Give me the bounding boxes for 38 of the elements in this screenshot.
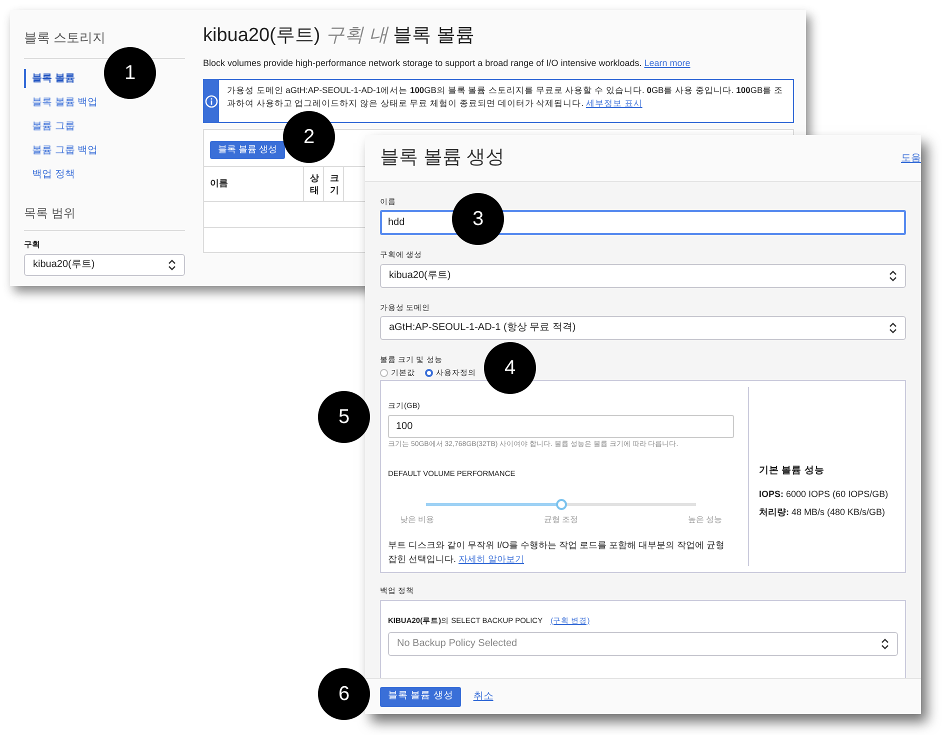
chevron-updown-icon — [168, 258, 176, 270]
availability-domain-select[interactable]: aGtH:AP-SEOUL-1-AD-1 (항상 무료 적격) — [380, 316, 906, 340]
create-volume-button[interactable]: 블록 볼륨 생성 — [210, 140, 286, 159]
dialog-title: 블록 볼륨 생성 — [380, 146, 505, 170]
slider-stop-label: 높은 성능 — [688, 514, 722, 526]
column-header: 이름 — [204, 167, 304, 201]
section-title: 목록 범위 — [24, 204, 185, 230]
field-label: 구획 — [24, 238, 41, 250]
help-link[interactable]: 도움 — [901, 150, 921, 166]
sidebar-item[interactable]: 볼륨 그룹 — [24, 116, 185, 136]
cancel-link[interactable]: 취소 — [473, 689, 494, 704]
chevron-updown-icon — [889, 322, 897, 334]
page-description: Block volumes provide high-performance network storage to support a broad range of I/O intensive workloads. Learn more — [203, 56, 692, 70]
slider-stop-label: 낮은 비용 — [400, 514, 434, 526]
column-header: 크기 — [324, 167, 344, 201]
sidebar-item[interactable]: 백업 정책 — [24, 164, 185, 184]
learn-more-link[interactable]: Learn more — [644, 58, 690, 68]
summary-title: 기본 볼륨 성능 — [759, 464, 826, 478]
step-callout: 5 — [318, 391, 370, 443]
compartment-select[interactable]: kibua20(루트) — [24, 254, 185, 276]
throughput-text: 처리량: 48 MB/s (480 KB/s/GB) — [759, 506, 886, 519]
slider-stop-label: 균형 조정 — [544, 514, 578, 526]
column-header: 상태 — [304, 167, 324, 201]
create-volume-button[interactable]: 블록 볼륨 생성 — [380, 686, 462, 706]
chevron-updown-icon — [889, 270, 897, 282]
page-title: kibua20(루트) 구획 내 블록 볼륨 — [203, 24, 476, 48]
sidebar-item[interactable]: 볼륨 그룹 백업 — [24, 140, 185, 160]
learn-more-link[interactable]: 자세히 알아보기 — [458, 554, 524, 564]
info-text: 가용성 도메인 aGtH:AP-SEOUL-1-AD-1에서는 100GB의 블록 볼륨 스토리지를 무료로 사용할 수 있습니다. 0GB를 사용 중입니다. 100GB를 조과하여 사용하고 업그레이드하지 않은 상태로 무료 체험이 종료되면 데이터가 삭제됩니다. 세부정보 표시 — [226, 84, 784, 110]
size-input[interactable]: 100 — [388, 414, 734, 438]
iops-text: IOPS: 6000 IOPS (60 IOPS/GB) — [759, 488, 890, 502]
chevron-updown-icon — [881, 638, 889, 650]
step-callout: 6 — [318, 668, 370, 720]
details-link[interactable]: 세부정보 표시 — [586, 98, 642, 108]
performance-note: 부트 디스크와 같이 무작위 I/O를 수행하는 작업 로드를 포함해 대부분의 작업에 균형 잡힌 선택입니다. 자세히 알아보기 — [388, 539, 726, 566]
backup-policy-select[interactable]: No Backup Policy Selected — [388, 632, 898, 656]
slider-thumb[interactable] — [556, 499, 567, 510]
compartment-select[interactable]: kibua20(루트) — [380, 264, 906, 288]
